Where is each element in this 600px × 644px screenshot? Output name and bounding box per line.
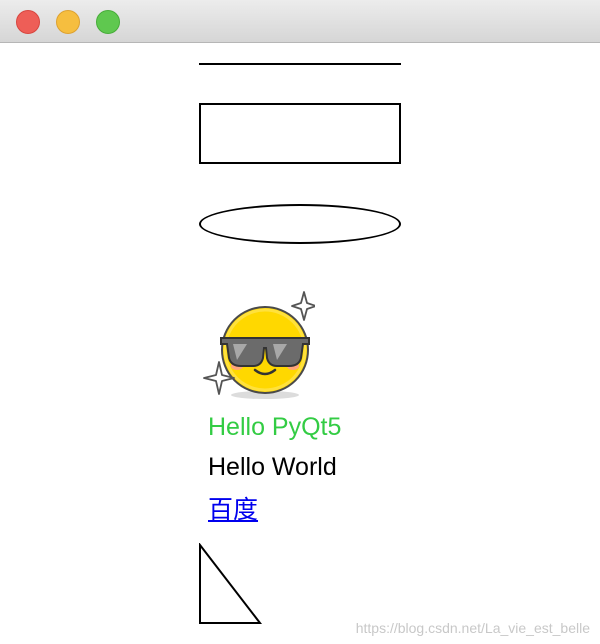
minimize-window-button[interactable]	[56, 10, 80, 34]
baidu-link[interactable]: 百度	[208, 495, 258, 525]
app-window: Hello PyQt5 Hello World 百度 https://blog.…	[0, 0, 600, 644]
watermark-text: https://blog.csdn.net/La_vie_est_belle	[355, 620, 590, 636]
triangle-shape	[199, 543, 262, 624]
close-window-button[interactable]	[16, 10, 40, 34]
horizontal-line	[199, 63, 401, 65]
hello-world-label: Hello World	[208, 453, 337, 481]
sunglasses-emoji-icon	[203, 291, 315, 399]
maximize-window-button[interactable]	[96, 10, 120, 34]
title-bar[interactable]	[0, 0, 600, 43]
ellipse-shape	[199, 204, 401, 244]
rectangle-shape	[199, 103, 401, 164]
hello-pyqt5-label: Hello PyQt5	[208, 413, 342, 441]
window-content: Hello PyQt5 Hello World 百度 https://blog.…	[0, 43, 600, 644]
